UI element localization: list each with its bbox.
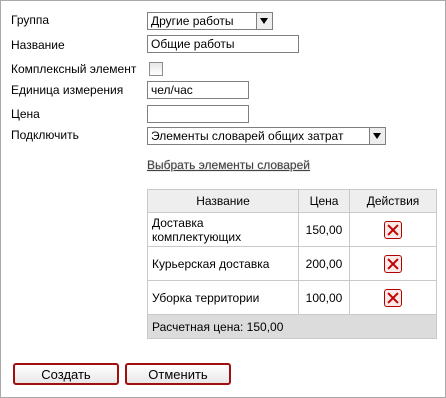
name-input[interactable]: Общие работы — [147, 35, 299, 53]
dictionary-elements-table: Название Цена Действия Доставка комплект… — [147, 189, 437, 339]
column-header-price: Цена — [298, 189, 350, 213]
table-header-row: Название Цена Действия — [147, 189, 437, 213]
group-label: Группа — [11, 13, 50, 27]
table-row: Уборка территории 100,00 — [147, 280, 437, 315]
complex-element-label: Комплексный элемент — [11, 62, 137, 76]
cancel-button[interactable]: Отменить — [125, 363, 231, 385]
chevron-down-icon[interactable] — [256, 13, 272, 29]
delete-icon[interactable] — [384, 288, 402, 307]
group-select-value: Другие работы — [151, 14, 234, 28]
connect-select-value: Элементы словарей общих затрат — [151, 129, 344, 143]
row-name: Курьерская доставка — [147, 246, 299, 281]
form-panel: Группа Другие работы Название Общие рабо… — [0, 0, 446, 398]
column-header-name: Название — [147, 189, 299, 213]
delete-icon[interactable] — [384, 254, 402, 273]
row-actions — [349, 280, 437, 315]
row-name: Доставка комплектующих — [147, 212, 299, 247]
connect-select[interactable]: Элементы словарей общих затрат — [147, 127, 386, 145]
group-select[interactable]: Другие работы — [147, 12, 273, 30]
column-header-actions: Действия — [349, 189, 437, 213]
chevron-down-icon[interactable] — [369, 128, 385, 144]
row-actions — [349, 246, 437, 281]
connect-label: Подключить — [11, 128, 79, 142]
create-button[interactable]: Создать — [13, 363, 119, 385]
price-input[interactable] — [147, 105, 249, 123]
table-row: Доставка комплектующих 150,00 — [147, 212, 437, 247]
price-label: Цена — [11, 107, 40, 121]
row-price: 200,00 — [298, 246, 350, 281]
table-footer-row: Расчетная цена: 150,00 — [147, 314, 437, 339]
row-price: 150,00 — [298, 212, 350, 247]
complex-element-checkbox[interactable] — [149, 62, 163, 76]
row-price: 100,00 — [298, 280, 350, 315]
table-row: Курьерская доставка 200,00 — [147, 246, 437, 281]
name-label: Название — [11, 38, 65, 52]
choose-dictionary-elements-link[interactable]: Выбрать элементы словарей — [147, 158, 310, 172]
delete-icon[interactable] — [384, 220, 402, 239]
unit-label: Единица измерения — [11, 83, 124, 97]
row-name: Уборка территории — [147, 280, 299, 315]
estimated-price: Расчетная цена: 150,00 — [147, 314, 437, 339]
row-actions — [349, 212, 437, 247]
unit-input[interactable]: чел/час — [147, 81, 249, 99]
